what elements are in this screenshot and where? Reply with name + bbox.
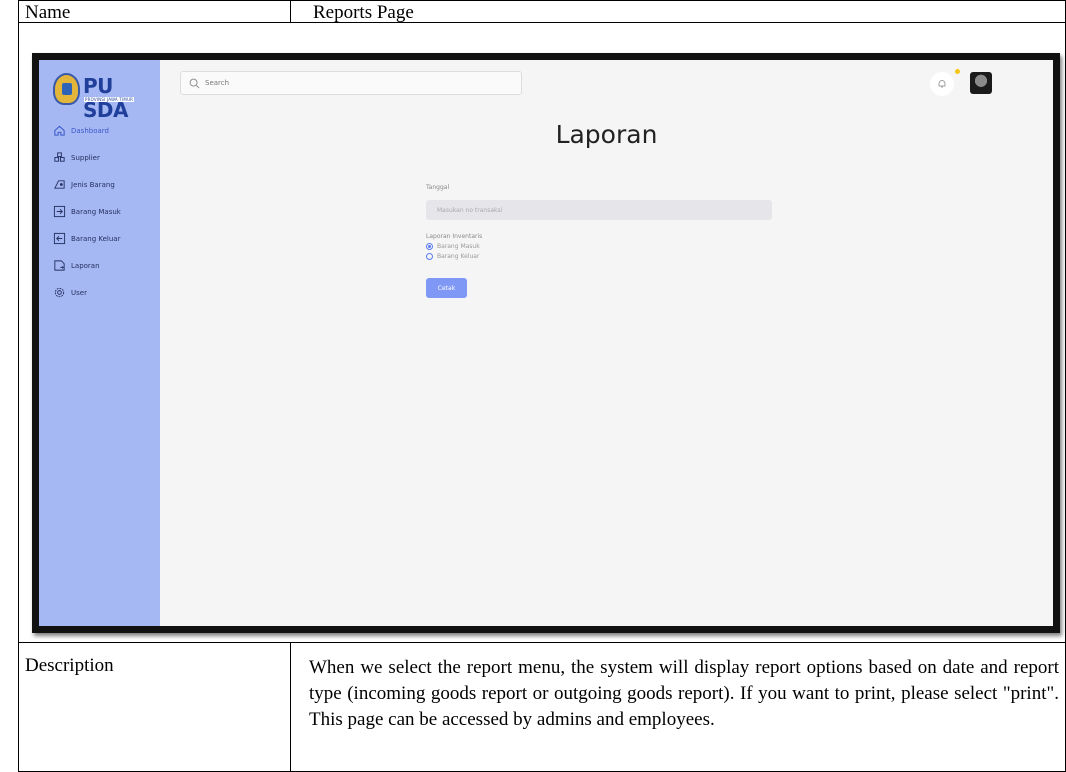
sidebar-item-user[interactable]: User	[53, 279, 158, 306]
name-row: Name Reports Page	[19, 1, 1065, 23]
page-title: Laporan	[555, 120, 658, 149]
incoming-icon	[53, 205, 66, 218]
radio-label: Barang Keluar	[437, 253, 480, 260]
user-gear-icon	[53, 286, 66, 299]
sidebar-item-laporan[interactable]: Laporan	[53, 252, 158, 279]
sidebar-item-supplier[interactable]: Supplier	[53, 144, 158, 171]
radio-barang-masuk[interactable]: Barang Masuk	[426, 243, 772, 250]
category-icon	[53, 178, 66, 191]
notification-button[interactable]	[930, 72, 954, 96]
home-icon	[53, 124, 66, 137]
sidebar-item-label: Dashboard	[71, 126, 109, 135]
sidebar-item-barang-keluar[interactable]: Barang Keluar	[53, 225, 158, 252]
description-text: When we select the report menu, the syst…	[309, 657, 1059, 730]
date-field[interactable]: Masukan no transaksi	[426, 200, 772, 220]
description-label: Description	[19, 643, 291, 772]
sidebar-item-label: Laporan	[71, 261, 100, 270]
radio-label: Barang Masuk	[437, 243, 480, 250]
logo-subtitle: PROVINSI JAWA TIMUR	[84, 97, 135, 102]
search-input[interactable]: Search	[180, 71, 522, 95]
avatar[interactable]	[970, 72, 992, 94]
emblem-icon	[53, 73, 80, 105]
description-row: Description When we select the report me…	[19, 643, 1065, 772]
sidebar-item-label: Barang Keluar	[71, 234, 121, 243]
document-table: Name Reports Page PU SDA PROVINSI JAWA T…	[18, 0, 1066, 772]
report-icon	[53, 259, 66, 272]
radio-unchecked-icon	[426, 253, 433, 260]
sidebar: PU SDA PROVINSI JAWA TIMUR Dashboard Sup…	[39, 60, 160, 626]
outgoing-icon	[53, 232, 66, 245]
sidebar-item-jenis-barang[interactable]: Jenis Barang	[53, 171, 158, 198]
sidebar-item-dashboard[interactable]: Dashboard	[53, 117, 158, 144]
sidebar-item-label: User	[71, 288, 87, 297]
print-button[interactable]: Cetak	[426, 278, 467, 298]
notification-badge	[955, 69, 960, 74]
sidebar-item-label: Barang Masuk	[71, 207, 121, 216]
report-type-label: Laporan Inventaris	[426, 233, 483, 240]
screenshot-row: PU SDA PROVINSI JAWA TIMUR Dashboard Sup…	[19, 23, 1065, 643]
search-placeholder: Search	[205, 79, 230, 87]
app-logo[interactable]: PU SDA PROVINSI JAWA TIMUR	[53, 73, 147, 122]
date-label: Tanggal	[426, 184, 450, 191]
name-label: Name	[19, 1, 291, 23]
sidebar-item-label: Jenis Barang	[71, 180, 115, 189]
app-screenshot: PU SDA PROVINSI JAWA TIMUR Dashboard Sup…	[32, 53, 1060, 633]
search-icon	[189, 78, 200, 88]
description-cell: When we select the report menu, the syst…	[291, 643, 1065, 772]
sidebar-item-barang-masuk[interactable]: Barang Masuk	[53, 198, 158, 225]
name-value: Reports Page	[313, 2, 414, 23]
bell-icon	[938, 80, 946, 88]
radio-checked-icon	[426, 243, 433, 250]
report-form: Tanggal Masukan no transaksi Laporan Inv…	[426, 184, 772, 298]
sidebar-item-label: Supplier	[71, 153, 100, 162]
radio-barang-keluar[interactable]: Barang Keluar	[426, 253, 772, 260]
sidebar-nav: Dashboard Supplier Jenis Barang Barang M…	[53, 117, 158, 306]
supplier-icon	[53, 151, 66, 164]
